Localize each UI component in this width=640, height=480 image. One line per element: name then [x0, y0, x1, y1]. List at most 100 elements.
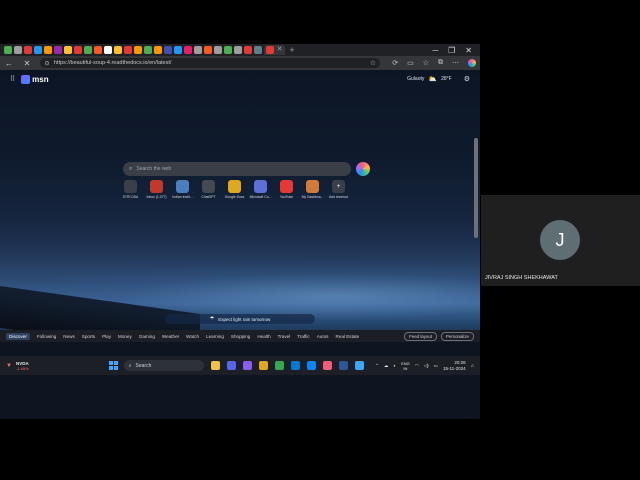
tab-favicon[interactable]: [214, 46, 222, 54]
stock-widget[interactable]: NVDA -1.65%: [16, 361, 29, 371]
minimize-icon[interactable]: ─: [432, 46, 438, 55]
gear-icon[interactable]: ⚙: [464, 75, 470, 83]
tab-favicon[interactable]: [114, 46, 122, 54]
feed-tab[interactable]: Play: [102, 334, 111, 339]
feed-tab[interactable]: Learning: [206, 334, 224, 339]
tab-favicon[interactable]: [184, 46, 192, 54]
tab-favicon[interactable]: [74, 46, 82, 54]
shortcut-tile[interactable]: ChatGPT: [201, 180, 216, 199]
tab-favicon[interactable]: [154, 46, 162, 54]
taskbar-app-icon[interactable]: [274, 361, 284, 370]
shortcut-tile[interactable]: Microsoft Co...: [250, 180, 271, 199]
feed-tab[interactable]: Sports: [82, 334, 95, 339]
maximize-icon[interactable]: ❐: [448, 46, 455, 55]
feed-tab[interactable]: Weather: [162, 334, 179, 339]
taskbar-app-icon[interactable]: [290, 361, 300, 370]
taskbar-app-icon[interactable]: [338, 361, 348, 370]
shortcut-tile[interactable]: My Dashboa...: [302, 180, 323, 199]
shortcut-tile[interactable]: Inbox (1,077): [147, 180, 166, 199]
back-icon[interactable]: ←: [4, 59, 14, 68]
tab-favicon[interactable]: [244, 46, 252, 54]
shortcut-tile[interactable]: YouTube: [280, 180, 293, 199]
tab-favicon[interactable]: [124, 46, 132, 54]
new-tab-icon[interactable]: +: [287, 46, 297, 55]
tab-favicon[interactable]: [144, 46, 152, 54]
weather-widget[interactable]: Gulaoty ⛅ 28°F ⚙: [407, 75, 470, 83]
feed-tab[interactable]: Health: [257, 334, 270, 339]
feed-tab[interactable]: Autos: [317, 334, 329, 339]
bookmark-star-icon[interactable]: ☆: [370, 59, 376, 67]
taskbar-app-icon[interactable]: [258, 361, 268, 370]
taskbar-app-icon[interactable]: [354, 361, 364, 370]
tab-favicon[interactable]: [164, 46, 172, 54]
tab-favicon[interactable]: [234, 46, 242, 54]
taskbar-app-icon[interactable]: [242, 361, 252, 370]
split-screen-icon[interactable]: ▭: [407, 59, 414, 67]
tab-favicon[interactable]: [34, 46, 42, 54]
collections-icon[interactable]: ⧉: [438, 59, 443, 67]
notification-bell-icon[interactable]: ♫: [471, 363, 474, 368]
feed-tab[interactable]: News: [63, 334, 75, 339]
taskbar-app-icon[interactable]: [322, 361, 332, 370]
tab-favicon[interactable]: [14, 46, 22, 54]
battery-icon[interactable]: ▭: [434, 363, 438, 369]
feed-tab[interactable]: Travel: [278, 334, 291, 339]
refresh-icon[interactable]: ✕: [22, 59, 32, 68]
personalize-button[interactable]: Personalize: [441, 331, 474, 341]
shortcut-tile[interactable]: + Add shortcut: [329, 180, 348, 199]
feed-tab[interactable]: Shopping: [231, 334, 250, 339]
windows-start-icon[interactable]: [108, 361, 118, 370]
feed-tab[interactable]: Discover: [6, 332, 30, 340]
weather-caption-pill[interactable]: ☂ Expect light rain tomorrow: [165, 314, 315, 324]
clock[interactable]: 20:26 15-11-2024: [443, 360, 466, 372]
menu-icon[interactable]: ⋯: [452, 59, 459, 67]
copilot-icon[interactable]: [356, 162, 370, 176]
page-scrollbar[interactable]: [474, 138, 478, 238]
feed-tab[interactable]: Money: [118, 334, 132, 339]
tray-app-icon[interactable]: ◐: [393, 363, 396, 368]
url-field[interactable]: ⊙ https://beautiful-soup-4.readthedocs.i…: [40, 58, 380, 68]
tab-favicon[interactable]: [194, 46, 202, 54]
extension-icon[interactable]: ⟳: [392, 59, 398, 67]
chevron-up-icon[interactable]: ⌃: [375, 363, 379, 369]
participant-tile[interactable]: J JIVRAJ SINGH SHEKHAWAT: [481, 195, 640, 286]
taskbar-app-icon[interactable]: [210, 361, 220, 370]
close-window-icon[interactable]: ✕: [465, 46, 472, 55]
feed-tab[interactable]: Real Estate: [335, 334, 359, 339]
favorites-icon[interactable]: ☆: [423, 59, 429, 67]
close-tab-icon[interactable]: ✕: [276, 46, 283, 54]
tab-favicon[interactable]: [4, 46, 12, 54]
tab-favicon[interactable]: [134, 46, 142, 54]
feed-tab[interactable]: Watch: [186, 334, 199, 339]
apps-grid-icon[interactable]: ⠿: [10, 75, 15, 83]
tab-favicon[interactable]: [254, 46, 262, 54]
tab-favicon[interactable]: [204, 46, 212, 54]
taskbar-search[interactable]: ⌕ Search: [123, 360, 204, 371]
volume-icon[interactable]: ◁): [424, 363, 429, 369]
tab-favicon[interactable]: [94, 46, 102, 54]
tab-favicon[interactable]: [174, 46, 182, 54]
tab-favicon[interactable]: [84, 46, 92, 54]
copilot-sidebar-icon[interactable]: [468, 59, 476, 67]
shortcut-tile[interactable]: Google Docs: [225, 180, 244, 199]
web-search-box[interactable]: ⌕ Search the web: [123, 162, 351, 176]
cloud-icon[interactable]: ☁: [384, 363, 389, 369]
tab-favicon[interactable]: [24, 46, 32, 54]
feed-layout-button[interactable]: Feed layout: [404, 331, 438, 341]
feed-tab[interactable]: Gaming: [139, 334, 155, 339]
shortcut-tile[interactable]: STRI DSA: [123, 180, 138, 199]
wifi-icon[interactable]: ◠: [415, 363, 419, 369]
taskbar-app-icon[interactable]: [226, 361, 236, 370]
site-info-icon[interactable]: ⊙: [44, 60, 50, 67]
shortcut-tile[interactable]: Indian Instit...: [172, 180, 193, 199]
active-tab[interactable]: ✕: [264, 45, 285, 55]
feed-tab[interactable]: Traffic: [297, 334, 310, 339]
feed-tab[interactable]: Following: [37, 334, 56, 339]
tab-favicon[interactable]: [64, 46, 72, 54]
taskbar-app-icon[interactable]: [306, 361, 316, 370]
tab-favicon[interactable]: [44, 46, 52, 54]
msn-logo[interactable]: msn: [32, 75, 48, 84]
tab-favicon[interactable]: [224, 46, 232, 54]
tab-favicon[interactable]: [104, 46, 112, 54]
tab-favicon[interactable]: [54, 46, 62, 54]
